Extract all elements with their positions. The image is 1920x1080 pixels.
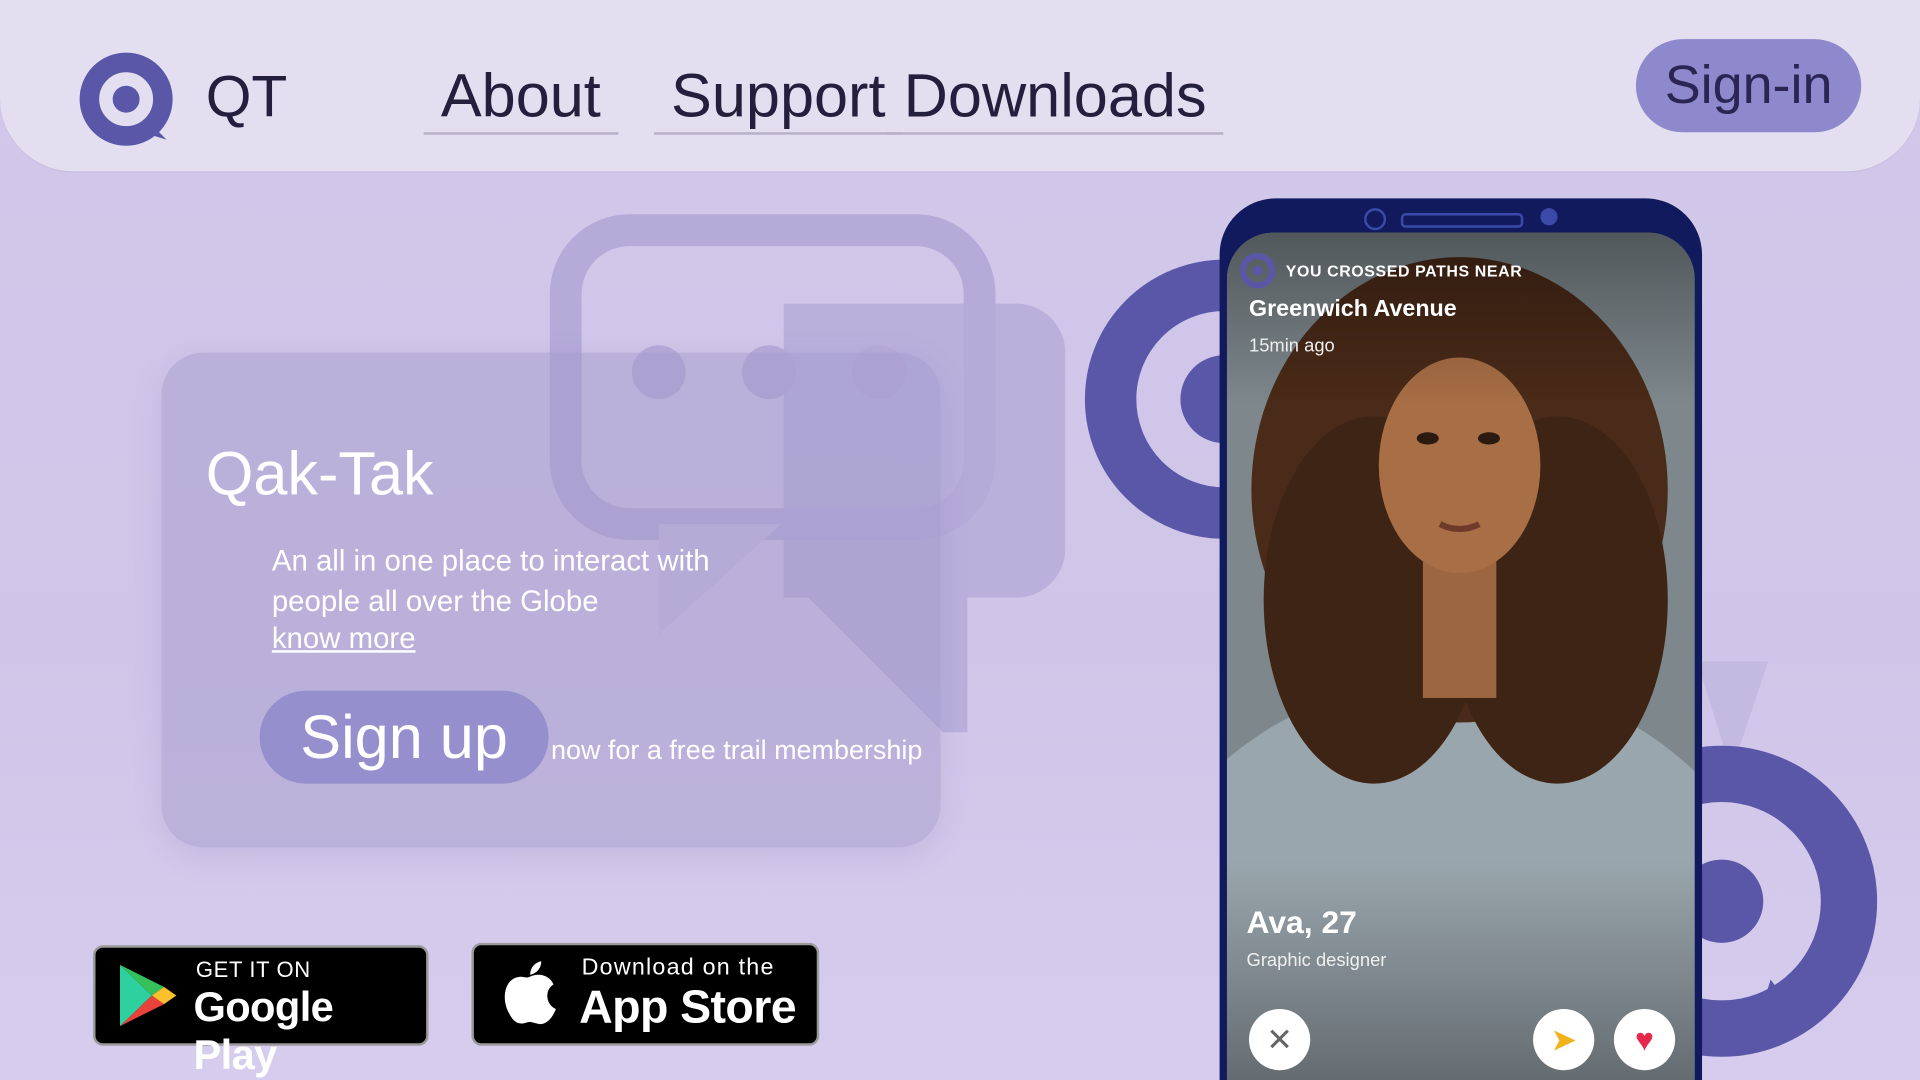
nav-about[interactable]: About bbox=[423, 61, 618, 135]
send-icon: ➤ bbox=[1550, 1020, 1578, 1058]
signup-button[interactable]: Sign up bbox=[259, 690, 549, 784]
apple-icon bbox=[504, 961, 556, 1025]
signin-button[interactable]: Sign-in bbox=[1635, 39, 1862, 133]
nav-downloads[interactable]: Downloads bbox=[886, 61, 1224, 135]
hero-description: An all in one place to interact with peo… bbox=[271, 544, 710, 619]
profile-job: Graphic designer bbox=[1246, 950, 1387, 972]
like-button[interactable]: ♥ bbox=[1613, 1008, 1676, 1071]
app-store-big-text: App Store bbox=[579, 982, 796, 1034]
phone-sensor-icon bbox=[1540, 208, 1558, 226]
nav-support[interactable]: Support bbox=[653, 61, 903, 135]
signup-note: now for a free trail membership bbox=[551, 734, 923, 766]
phone-screen: YOU CROSSED PATHS NEAR Greenwich Avenue … bbox=[1226, 232, 1695, 1080]
heart-icon: ♥ bbox=[1635, 1020, 1654, 1058]
qt-logo-icon[interactable] bbox=[78, 51, 174, 147]
brand-name: QT bbox=[205, 64, 288, 130]
crossed-paths-label: YOU CROSSED PATHS NEAR bbox=[1285, 262, 1523, 281]
app-store-small-text: Download on the bbox=[581, 955, 775, 981]
qt-mini-logo-icon bbox=[1239, 252, 1276, 289]
page: Qak-Tak An all in one place to interact … bbox=[0, 0, 1920, 1080]
time-ago: 15min ago bbox=[1248, 335, 1335, 357]
hero-title: Qak-Tak bbox=[205, 439, 434, 509]
google-play-badge[interactable]: GET IT ON Google Play bbox=[93, 945, 429, 1079]
dismiss-button[interactable]: ✕ bbox=[1248, 1008, 1311, 1071]
profile-name: Ava, 27 bbox=[1246, 903, 1357, 941]
phone-speaker bbox=[1400, 213, 1524, 228]
google-play-small-text: GET IT ON bbox=[195, 957, 311, 983]
close-icon: ✕ bbox=[1266, 1020, 1293, 1058]
phone-mockup: YOU CROSSED PATHS NEAR Greenwich Avenue … bbox=[1219, 198, 1703, 1080]
app-store-badge[interactable]: Download on the App Store bbox=[471, 942, 820, 1046]
phone-camera-icon bbox=[1364, 208, 1387, 231]
send-button[interactable]: ➤ bbox=[1533, 1008, 1595, 1071]
google-play-big-text: Google Play bbox=[193, 984, 334, 1079]
google-play-icon bbox=[120, 964, 177, 1027]
place-name: Greenwich Avenue bbox=[1248, 296, 1457, 323]
know-more-link[interactable]: know more bbox=[272, 622, 416, 656]
top-navbar: QT About Support Downloads Sign-in bbox=[0, 0, 1920, 172]
